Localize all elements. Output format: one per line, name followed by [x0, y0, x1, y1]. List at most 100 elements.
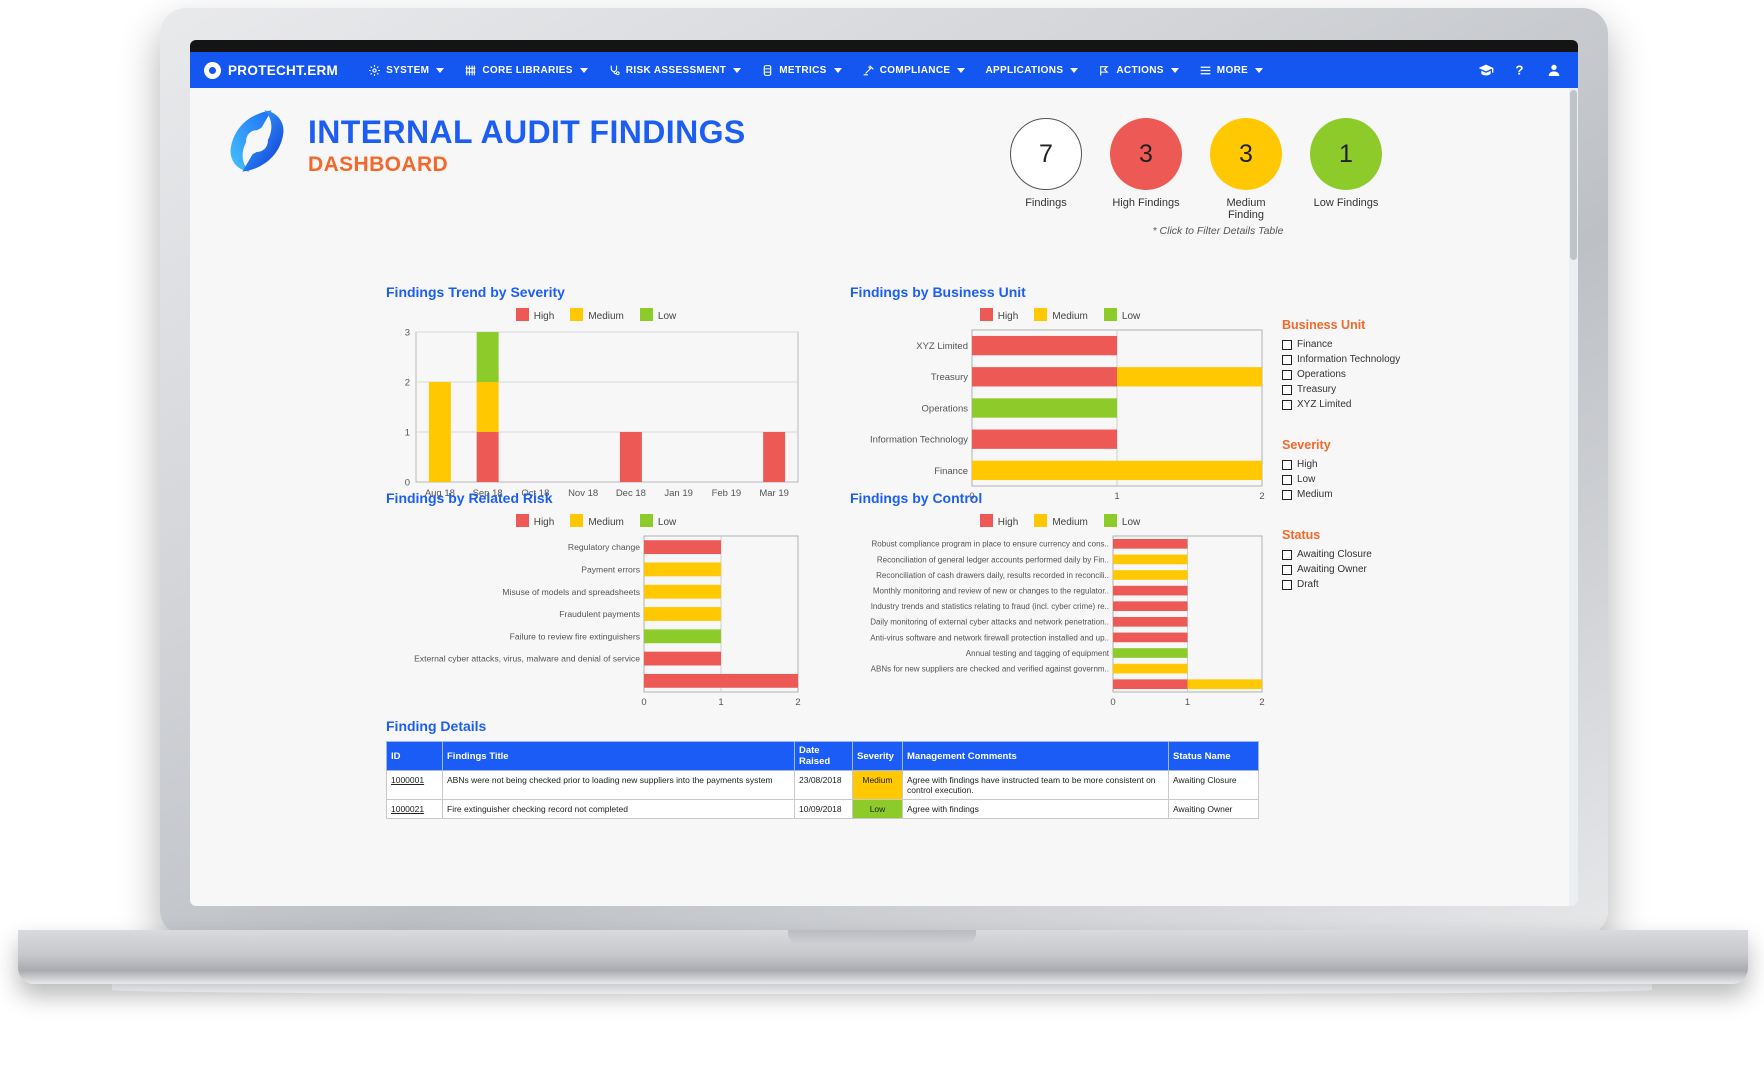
kpi-high-findings[interactable]: 3 High Findings: [1108, 118, 1184, 221]
checkbox[interactable]: [1282, 549, 1292, 560]
category-label: Finance: [934, 466, 968, 477]
filter-title: Severity: [1282, 438, 1331, 452]
help-icon[interactable]: ?: [1512, 62, 1528, 78]
nav-item-more[interactable]: MORE: [1199, 64, 1264, 77]
table-column-header[interactable]: Severity: [852, 741, 903, 771]
table-column-header[interactable]: Management Comments: [902, 741, 1169, 771]
bar-segment-high[interactable]: [1113, 679, 1188, 690]
kpi-total-findings[interactable]: 7 Findings: [1008, 118, 1084, 221]
category-label: Failure to review fire extinguishers: [510, 631, 640, 641]
bar-segment-medium[interactable]: [644, 584, 721, 599]
bar-segment-medium[interactable]: [476, 382, 499, 432]
page-scrollbar[interactable]: [1569, 88, 1578, 906]
checkbox[interactable]: [1282, 459, 1292, 470]
bar-segment-medium[interactable]: [428, 382, 451, 482]
screenshot-root: PROTECHT.ERM SYSTEM CORE LIBRARIES RISK …: [0, 0, 1764, 1086]
bar-segment-high[interactable]: [763, 432, 786, 482]
filter-option-severity[interactable]: Low: [1282, 474, 1472, 485]
bar-segment-medium[interactable]: [1113, 663, 1188, 674]
checkbox[interactable]: [1282, 474, 1292, 485]
id-link[interactable]: 1000001: [391, 775, 424, 785]
cell-title: ABNs were not being checked prior to loa…: [442, 770, 795, 800]
checkbox[interactable]: [1282, 354, 1292, 365]
table-column-header[interactable]: Findings Title: [442, 741, 795, 771]
nav-label: SYSTEM: [386, 64, 430, 76]
kpi-bubble[interactable]: 1: [1310, 118, 1382, 190]
filter-option-business-unit[interactable]: Treasury: [1282, 384, 1472, 395]
brand-name: PROTECHT.ERM: [228, 62, 339, 78]
filter-option-status[interactable]: Awaiting Closure: [1282, 549, 1472, 560]
bar-segment-low[interactable]: [1113, 648, 1188, 658]
bar-segment-low[interactable]: [476, 332, 499, 382]
filter-option-business-unit[interactable]: Information Technology: [1282, 354, 1472, 365]
nav-item-actions[interactable]: ACTIONS: [1098, 64, 1179, 77]
nav-item-core-libraries[interactable]: CORE LIBRARIES: [464, 64, 588, 77]
legend-item-high: High: [515, 308, 554, 322]
kpi-medium-findings[interactable]: 3 Medium Finding: [1208, 118, 1284, 221]
chart-legend: High Medium Low: [386, 514, 806, 528]
bar-segment-low[interactable]: [644, 629, 721, 644]
bar-segment-medium[interactable]: [1187, 679, 1263, 690]
bar-segment-high[interactable]: [476, 432, 499, 482]
cell-id[interactable]: 1000001: [386, 770, 443, 800]
checkbox[interactable]: [1282, 339, 1292, 350]
bar-segment-high[interactable]: [972, 335, 1117, 356]
filter-option-status[interactable]: Draft: [1282, 579, 1472, 590]
nav-item-metrics[interactable]: METRICS: [761, 64, 842, 77]
nav-item-compliance[interactable]: COMPLIANCE: [862, 64, 966, 77]
checkbox[interactable]: [1282, 384, 1292, 395]
nav-item-applications[interactable]: APPLICATIONS: [985, 65, 1079, 76]
checkbox[interactable]: [1282, 579, 1292, 590]
kpi-bubble[interactable]: 3: [1110, 118, 1182, 190]
kpi-bubble[interactable]: 7: [1010, 118, 1082, 190]
filter-option-business-unit[interactable]: XYZ Limited: [1282, 399, 1472, 410]
bar-segment-medium[interactable]: [644, 562, 721, 577]
graduation-cap-icon[interactable]: [1478, 62, 1494, 78]
bar-segment-high[interactable]: [644, 540, 721, 555]
bar-segment-medium[interactable]: [644, 607, 721, 621]
flag-icon: [1100, 65, 1109, 75]
filter-option-status[interactable]: Awaiting Owner: [1282, 564, 1472, 575]
nav-item-risk-assessment[interactable]: RISK ASSESSMENT: [608, 64, 742, 77]
bar-segment-medium[interactable]: [1113, 570, 1188, 580]
filter-option-business-unit[interactable]: Finance: [1282, 339, 1472, 350]
checkbox[interactable]: [1282, 369, 1292, 380]
bar-segment-high[interactable]: [644, 673, 798, 688]
checkbox[interactable]: [1282, 564, 1292, 575]
table-column-header[interactable]: Date Raised: [794, 741, 853, 771]
bar-segment-high[interactable]: [1113, 632, 1188, 643]
nav-item-system[interactable]: SYSTEM: [368, 64, 445, 77]
cell-status: Awaiting Closure: [1168, 770, 1259, 800]
bar-segment-high[interactable]: [1113, 538, 1188, 549]
bar-segment-low[interactable]: [972, 398, 1117, 418]
user-icon[interactable]: [1546, 62, 1562, 78]
bar-segment-high[interactable]: [972, 367, 1117, 387]
cell-id[interactable]: 1000021: [386, 799, 443, 819]
bar-segment-high[interactable]: [619, 432, 642, 482]
bar-segment-high[interactable]: [972, 429, 1117, 449]
filter-option-label: Treasury: [1297, 384, 1337, 395]
kpi-bubble[interactable]: 3: [1210, 118, 1282, 190]
bar-segment-medium[interactable]: [972, 460, 1262, 481]
table-row[interactable]: 1000001 ABNs were not being checked prior…: [386, 770, 1259, 800]
filter-option-label: Draft: [1297, 579, 1319, 590]
category-label: Misuse of models and spreadsheets: [502, 587, 640, 597]
brand-logo[interactable]: PROTECHT.ERM: [204, 61, 339, 79]
filter-option-severity[interactable]: High: [1282, 459, 1472, 470]
scrollbar-thumb[interactable]: [1570, 90, 1577, 260]
checkbox[interactable]: [1282, 489, 1292, 500]
bar-segment-high[interactable]: [1113, 585, 1188, 596]
bar-segment-high[interactable]: [1113, 616, 1188, 627]
kpi-low-findings[interactable]: 1 Low Findings: [1308, 118, 1384, 221]
bar-segment-medium[interactable]: [1117, 367, 1262, 387]
table-row[interactable]: 1000021 Fire extinguisher checking record…: [386, 799, 1259, 819]
table-column-header[interactable]: Status Name: [1168, 741, 1259, 771]
bar-segment-high[interactable]: [1113, 601, 1188, 612]
bar-segment-medium[interactable]: [1113, 554, 1188, 565]
bar-segment-high[interactable]: [644, 651, 721, 666]
filter-option-business-unit[interactable]: Operations: [1282, 369, 1472, 380]
filter-option-severity[interactable]: Medium: [1282, 489, 1472, 500]
id-link[interactable]: 1000021: [391, 804, 424, 814]
table-column-header[interactable]: ID: [386, 741, 443, 771]
checkbox[interactable]: [1282, 399, 1292, 410]
